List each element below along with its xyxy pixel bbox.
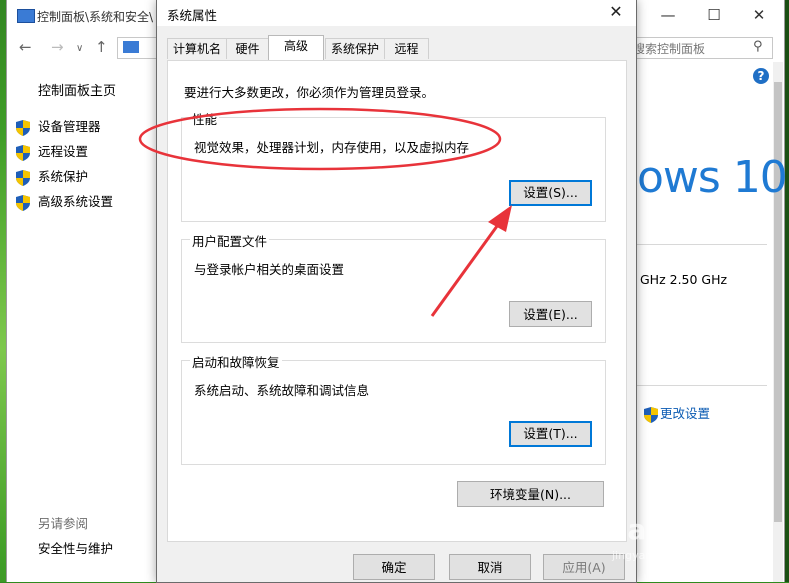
user-profiles-label: 用户配置文件 [190,231,270,250]
startup-recovery-desc: 系统启动、系统故障和调试信息 [194,383,370,398]
tab-hardware[interactable]: 硬件 [226,38,269,59]
close-icon[interactable]: ✕ [749,6,769,24]
close-icon[interactable]: ✕ [605,2,627,22]
cancel-button[interactable]: 取消 [449,554,531,580]
ok-button[interactable]: 确定 [353,554,435,580]
search-icon[interactable]: ⚲ [753,39,763,54]
tab-advanced[interactable]: 高级 [268,35,324,60]
sidebar-item-label: 远程设置 [38,144,89,159]
shield-icon [16,169,30,186]
startup-recovery-group: 启动和故障恢复 系统启动、系统故障和调试信息 设置(T)... [181,352,606,465]
dialog-titlebar: 系统属性 ✕ [157,0,636,26]
windows-10-logo-text: ows 10 [637,152,788,203]
sidebar-item-device-manager[interactable]: 设备管理器 [16,116,101,136]
user-profiles-desc: 与登录帐户相关的桌面设置 [194,262,345,277]
control-panel-home-link[interactable]: 控制面板主页 [38,80,116,99]
dialog-title: 系统属性 [167,8,218,23]
sidebar-item-remote-settings[interactable]: 远程设置 [16,141,89,161]
divider [637,385,767,386]
sidebar-item-label: 高级系统设置 [38,194,114,209]
cpu-speed-text: GHz 2.50 GHz [640,272,728,287]
environment-variables-button[interactable]: 环境变量(N)... [457,481,604,507]
shield-icon [16,144,30,161]
up-arrow-icon[interactable]: ↑ [95,38,108,56]
sidebar-item-label: 系统保护 [38,169,89,184]
startup-recovery-settings-button[interactable]: 设置(T)... [509,421,592,447]
baidu-watermark-site: jingyan.baidu.com [612,549,714,562]
user-profiles-group: 用户配置文件 与登录帐户相关的桌面设置 设置(E)... [181,231,606,343]
divider [637,244,767,245]
sidebar-item-system-protection[interactable]: 系统保护 [16,166,89,186]
maximize-icon[interactable]: ☐ [704,6,724,24]
minimize-icon[interactable]: — [658,6,678,24]
advanced-tab-panel: 要进行大多数更改，你必须作为管理员登录。 性能 视觉效果，处理器计划，内存使用，… [167,60,627,542]
forward-arrow-icon[interactable]: → [51,38,64,56]
security-maintenance-link[interactable]: 安全性与维护 [38,538,113,557]
address-monitor-icon [123,41,139,53]
tab-system-protection[interactable]: 系统保护 [325,38,385,59]
admin-note: 要进行大多数更改，你必须作为管理员登录。 [184,85,435,100]
shield-icon [16,119,30,136]
scrollbar-thumb[interactable] [774,82,782,522]
baidu-watermark: Bai 经验 [606,513,722,546]
system-properties-dialog: 系统属性 ✕ 计算机名 硬件 高级 系统保护 远程 要进行大多数更改，你必须作为… [156,0,637,583]
sidebar-item-label: 设备管理器 [38,119,101,134]
help-icon[interactable]: ? [753,68,769,84]
shield-icon [644,406,658,423]
shield-icon [16,194,30,211]
change-settings-link[interactable]: 更改设置 [644,403,710,423]
sidebar-item-advanced-system-settings[interactable]: 高级系统设置 [16,191,114,211]
change-settings-label: 更改设置 [660,406,711,421]
tab-computer-name[interactable]: 计算机名 [167,38,227,59]
monitor-icon [17,9,35,23]
performance-label: 性能 [190,109,220,128]
chevron-down-icon[interactable]: ∨ [76,43,83,54]
search-placeholder: 搜索控制面板 [633,42,706,56]
performance-desc: 视觉效果，处理器计划，内存使用，以及虚拟内存 [194,140,470,155]
performance-settings-button[interactable]: 设置(S)... [509,180,592,206]
see-also-heading: 另请参阅 [38,516,89,531]
user-profiles-settings-button[interactable]: 设置(E)... [509,301,592,327]
back-arrow-icon[interactable]: ← [19,38,32,56]
startup-recovery-label: 启动和故障恢复 [190,352,282,371]
control-panel-title: 控制面板\系统和安全\ [37,10,154,24]
performance-group: 性能 视觉效果，处理器计划，内存使用，以及虚拟内存 设置(S)... [181,109,606,222]
tab-remote[interactable]: 远程 [384,38,429,59]
